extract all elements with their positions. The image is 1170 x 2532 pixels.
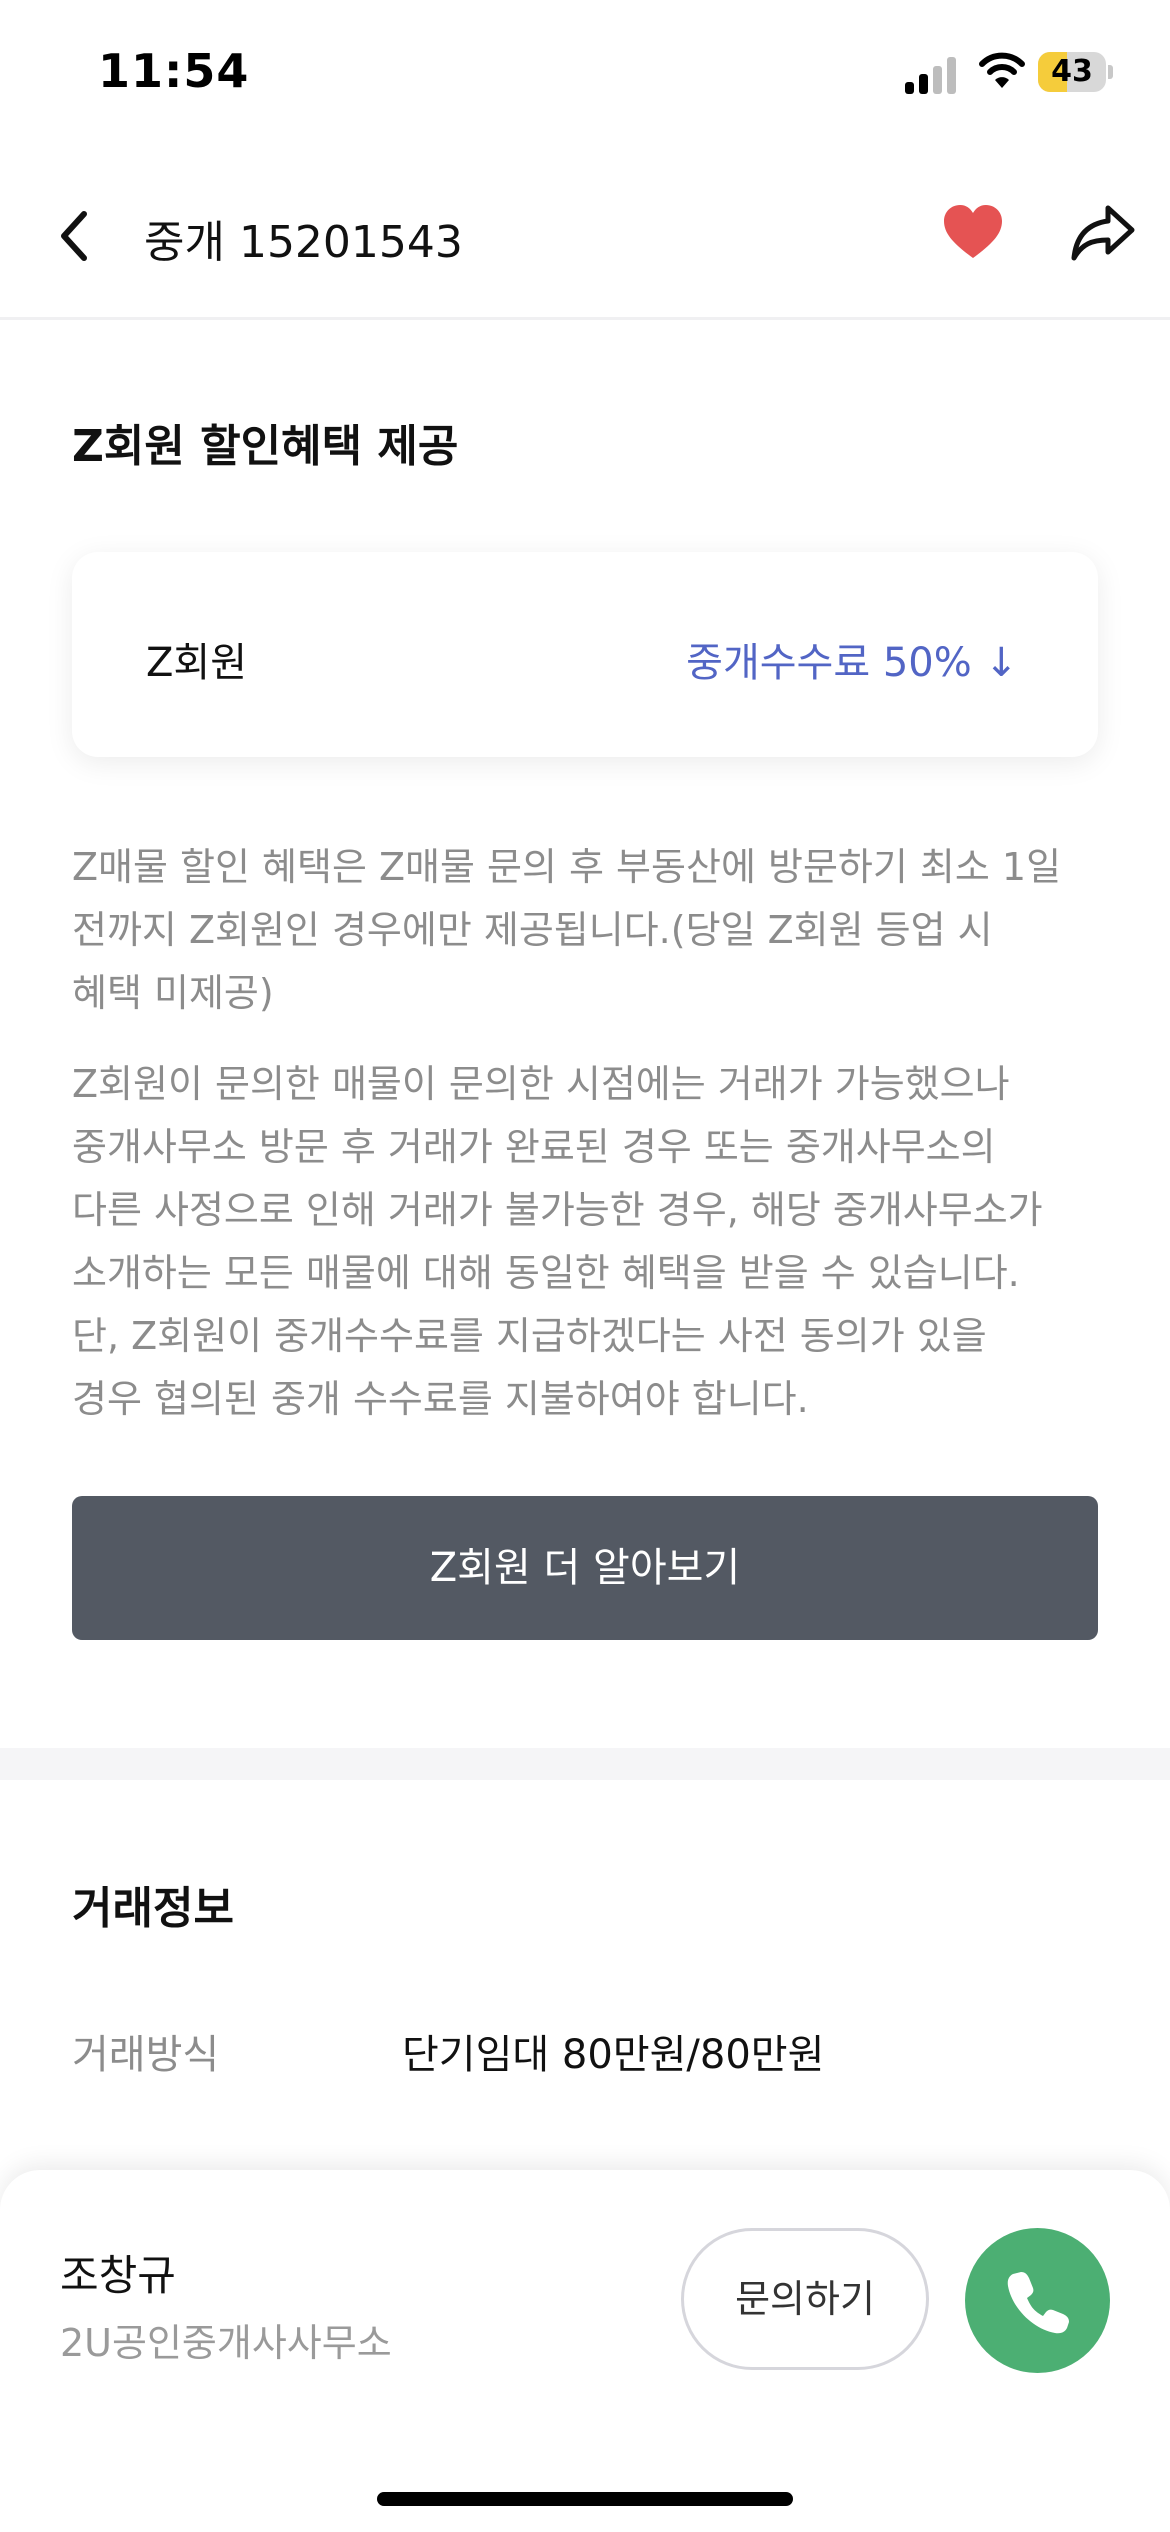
notice-line: 다른 사정으로 인해 거래가 불가능한 경우, 해당 중개사무소가 [72,1188,1043,1232]
notice-line: 혜택 미제공) [72,971,274,1015]
notice-line: 단, Z회원이 중개수수료를 지급하겠다는 사전 동의가 있을 [72,1314,987,1358]
top-nav-bar: 중개 15201543 [0,150,1170,320]
section-divider [0,1748,1170,1780]
trade-type-value: 단기임대 80만원/80만원 [402,2032,825,2078]
battery-icon: 43 [1038,52,1113,92]
share-arrow-icon [1071,205,1135,261]
notice-line: 전까지 Z회원인 경우에만 제공됩니다.(당일 Z회원 등업 시 [72,908,993,952]
trade-info-title: 거래정보 [72,1883,234,1934]
notice-line: 중개사무소 방문 후 거래가 완료된 경우 또는 중개사무소의 [72,1125,996,1169]
wifi-icon [978,50,1026,90]
benefit-notice-1: Z매물 할인 혜택은 Z매물 문의 후 부동산에 방문하기 최소 1일 전까지 … [72,836,1102,1025]
heart-filled-icon [944,205,1002,258]
benefit-discount-value: 중개수수료 50% ↓ [686,640,1018,686]
share-button[interactable] [1068,200,1138,266]
battery-level-text: 43 [1051,54,1093,89]
call-button[interactable] [965,2228,1110,2373]
favorite-button[interactable] [940,200,1006,266]
benefit-card: Z회원 중개수수료 50% ↓ [72,552,1098,757]
agent-office-name: 2U공인중개사사무소 [60,2321,392,2365]
cellular-signal-icon [905,56,957,94]
agent-contact-bar: 조창규 2U공인중개사사무소 문의하기 [0,2170,1170,2532]
status-bar: 11:54 43 [0,0,1170,150]
benefit-notice-2: Z회원이 문의한 매물이 문의한 시점에는 거래가 가능했으나 중개사무소 방문… [72,1053,1102,1431]
chevron-left-icon [61,211,87,261]
agent-name: 조창규 [60,2251,176,2300]
home-indicator [377,2492,793,2506]
phone-icon [1007,2272,1069,2334]
z-benefit-title: Z회원 할인혜택 제공 [72,421,459,472]
trade-type-label: 거래방식 [72,2032,220,2078]
status-time: 11:54 [98,44,250,98]
notice-line: Z회원이 문의한 매물이 문의한 시점에는 거래가 가능했으나 [72,1062,1010,1106]
notice-line: 소개하는 모든 매물에 대해 동일한 혜택을 받을 수 있습니다. [72,1251,1020,1295]
notice-line: Z매물 할인 혜택은 Z매물 문의 후 부동산에 방문하기 최소 1일 [72,845,1062,889]
benefit-member-label: Z회원 [146,640,248,686]
back-button[interactable] [48,196,108,276]
z-member-learn-more-button[interactable]: Z회원 더 알아보기 [72,1496,1098,1640]
page-title: 중개 15201543 [144,217,463,268]
notice-line: 경우 협의된 중개 수수료를 지불하여야 합니다. [72,1377,809,1421]
inquiry-button[interactable]: 문의하기 [681,2228,929,2370]
